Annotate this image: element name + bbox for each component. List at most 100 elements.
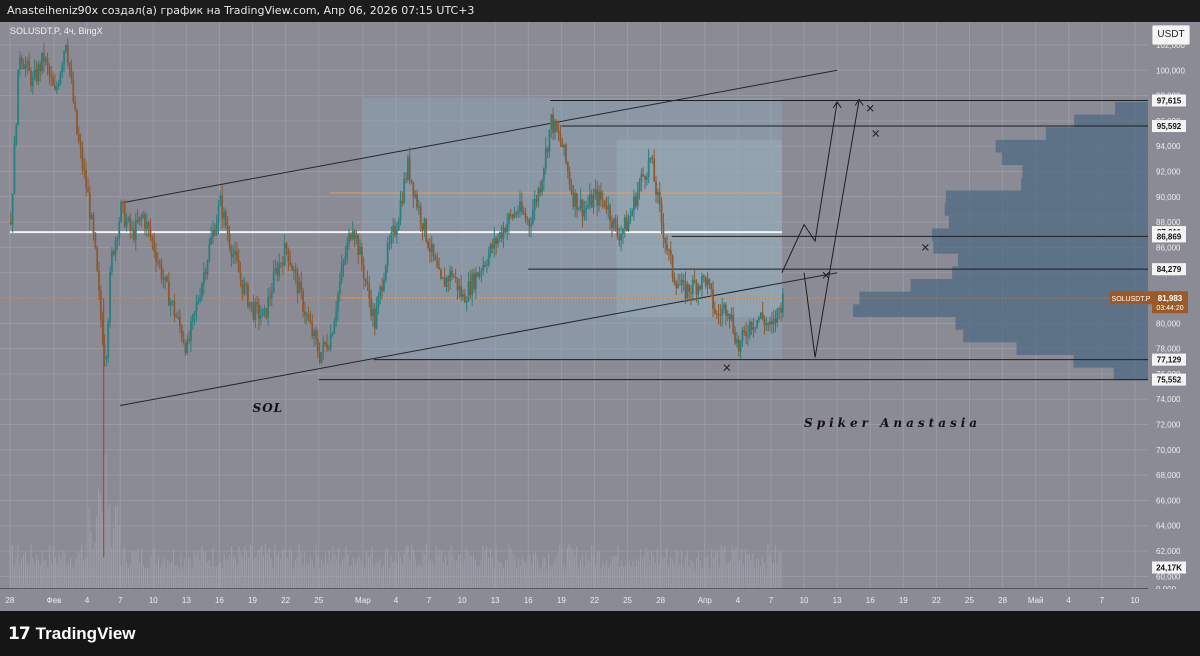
- volume-bar: [774, 545, 776, 589]
- volume-profile-bin: [995, 139, 1148, 153]
- candle-body: [478, 272, 481, 277]
- volume-bar: [131, 551, 133, 589]
- candle-body: [781, 293, 784, 313]
- candle-body: [320, 352, 323, 363]
- candle-body: [677, 284, 679, 288]
- candle-body: [585, 207, 588, 210]
- candle-body: [190, 321, 192, 341]
- candle-body: [144, 214, 146, 229]
- candle-body: [99, 291, 102, 320]
- candle-body: [107, 321, 110, 358]
- candle-body: [559, 133, 562, 143]
- volume-bar: [413, 548, 415, 589]
- price-chart[interactable]: SOLSpiker Anastasia 102,000100,00098,000…: [0, 22, 1200, 611]
- candle-body: [769, 321, 771, 325]
- volume-bar: [756, 557, 758, 589]
- volume-bar: [189, 558, 191, 589]
- time-axis-tick: 13: [491, 596, 500, 605]
- candle-body: [695, 282, 698, 295]
- candle-body: [552, 114, 554, 133]
- volume-bar: [178, 568, 180, 589]
- candle-body: [666, 243, 668, 251]
- volume-bar: [519, 565, 521, 589]
- tradingview-logo-icon: 17: [8, 624, 31, 644]
- volume-bar: [99, 494, 101, 589]
- volume-bar: [570, 547, 572, 589]
- candle-body: [381, 286, 384, 291]
- time-axis[interactable]: 28 Фев 4 7 10 13 16 19 22 25 Мар 4 7 10 13 16 19 22 25 28 Ап…: [0, 589, 1200, 611]
- volume-bar: [641, 557, 643, 589]
- candle-body: [634, 196, 637, 207]
- volume-bar: [694, 568, 696, 589]
- volume-bar: [171, 561, 173, 589]
- footer-bar: 17 TradingView: [0, 611, 1200, 656]
- volume-bar: [606, 560, 608, 589]
- volume-profile-bin: [1073, 354, 1148, 368]
- candle-body: [355, 235, 358, 239]
- volume-bar: [203, 551, 205, 589]
- volume-bar: [454, 560, 456, 589]
- candle-body: [588, 194, 591, 206]
- volume-bar: [431, 560, 433, 589]
- candle-body: [458, 285, 461, 291]
- volume-bar: [289, 546, 291, 589]
- volume-bar: [257, 551, 259, 589]
- volume-bar: [90, 531, 92, 589]
- candle-body: [109, 272, 111, 322]
- candle-body: [491, 244, 494, 249]
- tradingview-logo[interactable]: 17 TradingView: [8, 624, 136, 644]
- candle-body: [83, 168, 86, 171]
- volume-bar: [264, 544, 266, 589]
- volume-bar: [767, 544, 769, 589]
- currency-button[interactable]: USDT: [1152, 25, 1190, 45]
- candle-body: [287, 248, 290, 262]
- volume-bar: [394, 560, 396, 589]
- volume-bar: [388, 568, 390, 589]
- volume-bar: [677, 551, 679, 589]
- volume-bar: [660, 553, 662, 589]
- volume-bar: [339, 564, 341, 589]
- volume-bar: [223, 553, 225, 589]
- volume-bar: [626, 565, 628, 589]
- candle-body: [195, 302, 198, 312]
- candle-body: [436, 259, 439, 268]
- candle-body: [311, 323, 314, 337]
- candle-body: [743, 330, 746, 332]
- candle-body: [258, 304, 260, 319]
- volume-bar: [555, 558, 557, 589]
- candle-body: [680, 279, 683, 285]
- candle-body: [484, 264, 486, 266]
- volume-bar: [41, 549, 43, 589]
- volume-bar: [501, 562, 503, 589]
- volume-bar: [538, 566, 540, 589]
- candle-body: [568, 171, 571, 185]
- volume-bar: [437, 553, 439, 589]
- candle-body: [649, 157, 652, 159]
- price-axis-tick: 72,000: [1156, 421, 1181, 430]
- candle-body: [331, 333, 334, 336]
- candle-body: [728, 313, 731, 320]
- volume-bar: [551, 566, 553, 589]
- volume-bar: [15, 557, 17, 589]
- candle-body: [554, 120, 556, 133]
- candle-body: [283, 243, 286, 266]
- candle-body: [361, 247, 363, 265]
- volume-bar: [137, 547, 139, 589]
- volume-bar: [349, 566, 351, 589]
- volume-bar: [561, 547, 563, 589]
- volume-bar: [776, 562, 778, 589]
- candle-body: [96, 247, 99, 271]
- candle-body: [419, 206, 422, 224]
- volume-bar: [47, 567, 49, 589]
- volume-bar: [266, 553, 268, 589]
- candle-body: [565, 144, 567, 163]
- volume-bar: [323, 564, 325, 589]
- volume-bar: [188, 557, 190, 589]
- candle-body: [392, 225, 395, 233]
- volume-bar: [28, 564, 30, 589]
- volume-bar: [465, 548, 467, 589]
- volume-bar: [208, 560, 210, 589]
- volume-bar: [101, 511, 103, 589]
- volume-bar: [480, 559, 482, 589]
- volume-profile-bin: [957, 253, 1148, 267]
